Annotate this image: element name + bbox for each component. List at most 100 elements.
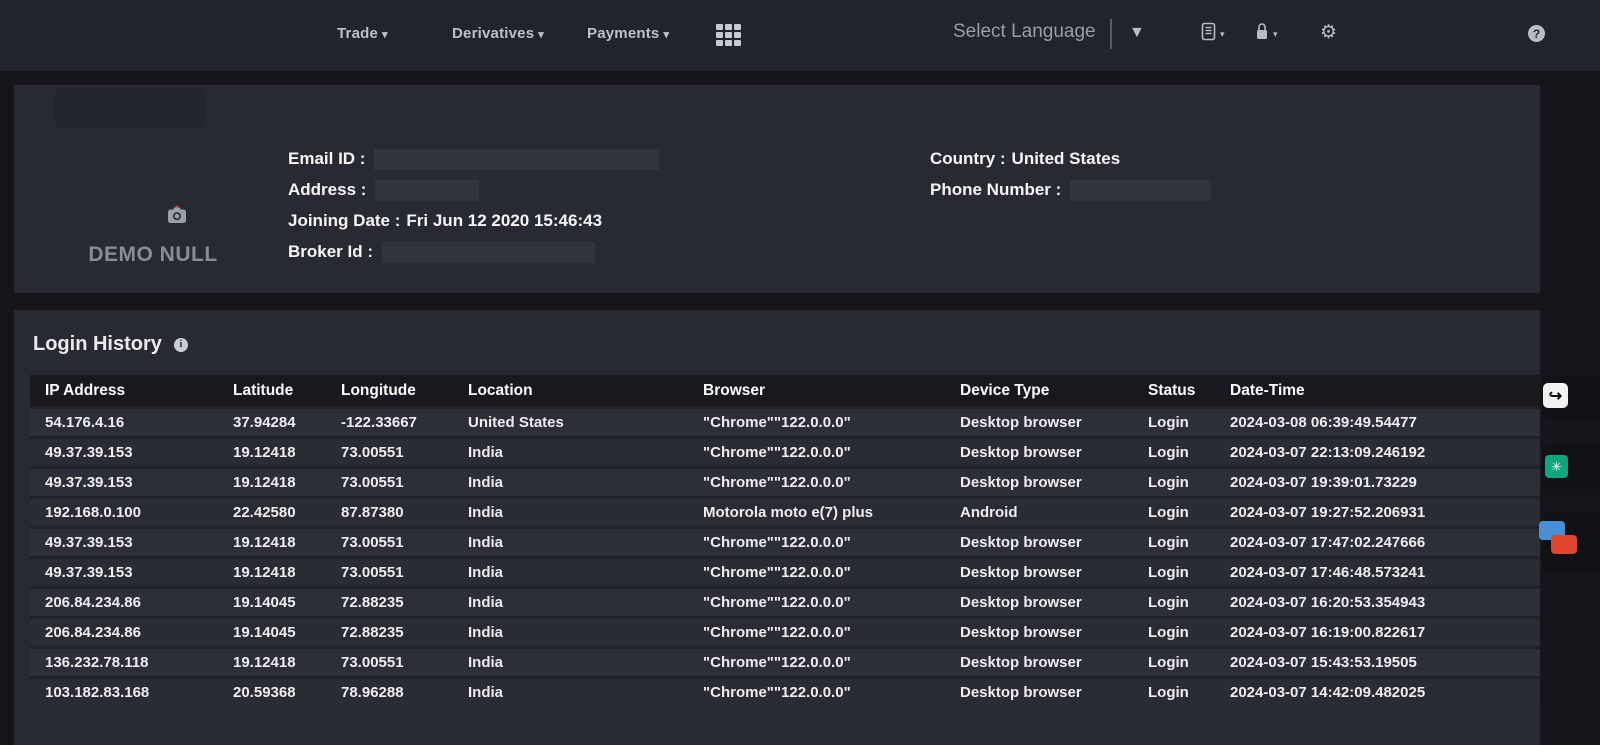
apps-grid-icon[interactable]: [716, 24, 741, 46]
profile-field-broker-id: Broker Id :: [288, 241, 659, 263]
column-header: Latitude: [218, 382, 326, 400]
profile-field-joining-date: Joining Date : Fri Jun 12 2020 15:46:43: [288, 210, 659, 232]
language-selector[interactable]: Select Language: [953, 21, 1096, 43]
cell-latitude: 19.14045: [218, 624, 326, 641]
cell-browser: "Chrome""122.0.0.0": [688, 534, 945, 551]
cell-device-type: Desktop browser: [945, 624, 1133, 641]
nav-item-trade[interactable]: Trade▾: [337, 25, 388, 42]
cell-browser: "Chrome""122.0.0.0": [688, 624, 945, 641]
cell-location: India: [453, 654, 688, 671]
info-icon[interactable]: i: [174, 338, 188, 352]
cell-device-type: Desktop browser: [945, 444, 1133, 461]
cell-location: India: [453, 504, 688, 521]
settings-gear-icon[interactable]: ⚙: [1320, 21, 1337, 44]
share-arrow-icon[interactable]: ↪: [1543, 383, 1568, 408]
nav-item-derivatives[interactable]: Derivatives▾: [452, 25, 544, 42]
cell-device-type: Desktop browser: [945, 414, 1133, 431]
cell-ip: 49.37.39.153: [30, 474, 218, 491]
login-history-table: IP Address Latitude Longitude Location B…: [30, 375, 1540, 706]
account-security-menu[interactable]: ▾: [1254, 22, 1278, 46]
cell-latitude: 19.12418: [218, 534, 326, 551]
cell-datetime: 2024-03-07 15:43:53.19505: [1215, 654, 1540, 671]
top-navbar: Trade▾ Derivatives▾ Payments▾ Select Lan…: [0, 0, 1600, 71]
cell-browser: "Chrome""122.0.0.0": [688, 564, 945, 581]
redacted-value: [382, 242, 595, 263]
chat-bubbles-icon[interactable]: [1539, 521, 1573, 561]
cell-browser: "Chrome""122.0.0.0": [688, 684, 945, 701]
cell-ip: 54.176.4.16: [30, 414, 218, 431]
table-row: 206.84.234.86 19.14045 72.88235 India "C…: [30, 586, 1540, 616]
cell-longitude: 72.88235: [326, 624, 453, 641]
cell-location: India: [453, 474, 688, 491]
field-label: Email ID :: [288, 149, 365, 169]
cell-status: Login: [1133, 444, 1215, 461]
cell-device-type: Desktop browser: [945, 594, 1133, 611]
table-row: 136.232.78.118 19.12418 73.00551 India "…: [30, 646, 1540, 676]
table-row: 49.37.39.153 19.12418 73.00551 India "Ch…: [30, 526, 1540, 556]
cell-device-type: Desktop browser: [945, 654, 1133, 671]
table-body: 54.176.4.16 37.94284 -122.33667 United S…: [30, 406, 1540, 706]
cell-longitude: 78.96288: [326, 684, 453, 701]
redacted-value: [374, 149, 659, 170]
table-row: 49.37.39.153 19.12418 73.00551 India "Ch…: [30, 436, 1540, 466]
cell-ip: 49.37.39.153: [30, 564, 218, 581]
cell-location: India: [453, 564, 688, 581]
table-header-row: IP Address Latitude Longitude Location B…: [30, 375, 1540, 406]
cell-ip: 103.182.83.168: [30, 684, 218, 701]
table-row: 206.84.234.86 19.14045 72.88235 India "C…: [30, 616, 1540, 646]
nav-item-payments[interactable]: Payments▾: [587, 25, 669, 42]
cell-datetime: 2024-03-07 14:42:09.482025: [1215, 684, 1540, 701]
table-row: 54.176.4.16 37.94284 -122.33667 United S…: [30, 406, 1540, 436]
cell-longitude: 73.00551: [326, 534, 453, 551]
cell-datetime: 2024-03-07 22:13:09.246192: [1215, 444, 1540, 461]
cell-status: Login: [1133, 534, 1215, 551]
cell-ip: 136.232.78.118: [30, 654, 218, 671]
cell-status: Login: [1133, 564, 1215, 581]
chevron-down-icon: ▾: [663, 29, 669, 41]
cell-browser: "Chrome""122.0.0.0": [688, 444, 945, 461]
cell-datetime: 2024-03-07 16:19:00.822617: [1215, 624, 1540, 641]
chevron-down-icon: ▾: [1273, 29, 1278, 40]
cell-datetime: 2024-03-07 19:27:52.206931: [1215, 504, 1540, 521]
cell-longitude: 73.00551: [326, 444, 453, 461]
cell-location: India: [453, 684, 688, 701]
column-header: Location: [453, 382, 688, 400]
field-value: Fri Jun 12 2020 15:46:43: [406, 211, 602, 231]
cell-latitude: 19.12418: [218, 564, 326, 581]
field-label: Address :: [288, 180, 366, 200]
divider: [1110, 19, 1112, 49]
cell-device-type: Desktop browser: [945, 684, 1133, 701]
table-row: 103.182.83.168 20.59368 78.96288 India "…: [30, 676, 1540, 706]
table-row: 49.37.39.153 19.12418 73.00551 India "Ch…: [30, 556, 1540, 586]
chevron-down-icon: ▾: [382, 29, 388, 41]
camera-icon[interactable]: [166, 205, 188, 230]
profile-field-country: Country : United States: [930, 148, 1211, 170]
cell-device-type: Desktop browser: [945, 534, 1133, 551]
cell-status: Login: [1133, 414, 1215, 431]
cell-latitude: 20.59368: [218, 684, 326, 701]
orders-menu[interactable]: ▾: [1200, 22, 1225, 46]
cell-status: Login: [1133, 504, 1215, 521]
cell-browser: "Chrome""122.0.0.0": [688, 414, 945, 431]
field-label: Phone Number :: [930, 180, 1061, 200]
cell-datetime: 2024-03-07 17:46:48.573241: [1215, 564, 1540, 581]
cell-browser: "Chrome""122.0.0.0": [688, 474, 945, 491]
column-header: Date-Time: [1215, 382, 1540, 400]
column-header: Status: [1133, 382, 1215, 400]
cell-device-type: Desktop browser: [945, 474, 1133, 491]
cell-latitude: 19.12418: [218, 474, 326, 491]
help-icon[interactable]: ?: [1528, 25, 1545, 42]
red-bubble: [1551, 535, 1577, 554]
cell-longitude: 73.00551: [326, 654, 453, 671]
field-label: Country :: [930, 149, 1006, 169]
chevron-down-icon: ▾: [538, 29, 544, 41]
cell-datetime: 2024-03-07 19:39:01.73229: [1215, 474, 1540, 491]
chatgpt-extension-icon[interactable]: ✳: [1545, 455, 1568, 478]
profile-card: DEMO NULL Email ID : Address : Joining D…: [14, 85, 1540, 293]
cell-device-type: Desktop browser: [945, 564, 1133, 581]
cell-latitude: 19.12418: [218, 444, 326, 461]
profile-field-address: Address :: [288, 179, 659, 201]
cell-status: Login: [1133, 624, 1215, 641]
field-label: Broker Id :: [288, 242, 373, 262]
language-caret-icon[interactable]: ▼: [1129, 24, 1145, 42]
